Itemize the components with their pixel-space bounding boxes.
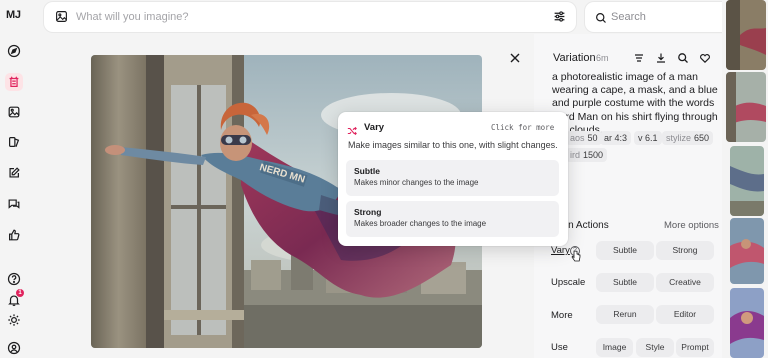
more-label: More [551, 310, 573, 321]
vary-subtle-button[interactable]: Subtle [596, 241, 654, 260]
details-title: Variation [553, 52, 596, 64]
search-similar-icon[interactable] [676, 51, 689, 64]
chip-value: 1500 [583, 150, 604, 160]
list-icon[interactable] [632, 51, 645, 64]
heart-icon[interactable] [698, 51, 711, 64]
compass-icon[interactable] [5, 42, 23, 60]
use-label: Use [551, 342, 568, 353]
search-icon [595, 11, 607, 29]
chat-icon[interactable] [5, 195, 23, 213]
tooltip-option-subtle[interactable]: Subtle Makes minor changes to the image [346, 160, 559, 196]
thumbnail[interactable] [730, 218, 764, 284]
prompt-text[interactable]: a photorealistic image of a man wearing … [552, 71, 718, 137]
gallery-icon[interactable] [5, 103, 23, 121]
settings-sliders-icon[interactable] [553, 10, 566, 28]
option-title: Strong [354, 207, 382, 217]
organize-icon[interactable] [5, 133, 23, 151]
profile-icon[interactable] [5, 339, 23, 357]
help-icon[interactable] [5, 270, 23, 288]
bell-icon[interactable]: 1 [5, 289, 24, 309]
stylize-chip[interactable]: stylize 650 [662, 131, 714, 145]
use-style-button[interactable]: Style [636, 338, 674, 357]
tooltip-description: Make images similar to this one, with sl… [348, 140, 558, 150]
use-image-button[interactable]: Image [596, 338, 633, 357]
download-icon[interactable] [654, 51, 667, 64]
vary-label[interactable]: Vary [551, 245, 570, 256]
thumbnail[interactable] [730, 146, 764, 216]
search-bar [585, 2, 742, 32]
version-chip[interactable]: v 6.1 [634, 131, 662, 145]
aspect-chip[interactable]: ar 4:3 [600, 131, 632, 145]
chip-key: ird [570, 150, 581, 160]
likes-icon[interactable] [5, 226, 23, 244]
option-description: Makes broader changes to the image [354, 219, 487, 228]
rerun-button[interactable]: Rerun [596, 305, 654, 324]
upscale-creative-button[interactable]: Creative [656, 273, 714, 292]
notification-badge: 1 [16, 289, 24, 297]
vary-strong-button[interactable]: Strong [656, 241, 714, 260]
chip-value: 50 [587, 133, 598, 143]
sidebar: MJ 1 [0, 0, 28, 358]
image-upload-icon[interactable] [55, 10, 68, 28]
thumbnail[interactable] [726, 0, 766, 70]
option-title: Subtle [354, 166, 380, 176]
chip-key: aos [570, 133, 585, 143]
search-input[interactable] [611, 8, 731, 26]
thumbnail[interactable] [726, 72, 766, 142]
weird-chip[interactable]: ird 1500 [566, 148, 608, 162]
prompt-bar [44, 2, 576, 32]
prompt-input[interactable] [76, 8, 536, 26]
chaos-chip[interactable]: aos 50 [566, 131, 602, 145]
tooltip-option-strong[interactable]: Strong Makes broader changes to the imag… [346, 201, 559, 237]
option-description: Makes minor changes to the image [354, 178, 479, 187]
close-icon[interactable] [507, 50, 523, 66]
tooltip-title: Vary [364, 122, 385, 133]
tooltip-hint: Click for more [491, 123, 555, 132]
upscale-label: Upscale [551, 277, 586, 288]
chip-value: 650 [694, 133, 710, 143]
create-icon[interactable] [5, 73, 23, 91]
thumbnail[interactable] [730, 288, 764, 358]
edit-icon[interactable] [5, 164, 23, 182]
logo[interactable]: MJ [6, 9, 21, 21]
editor-button[interactable]: Editor [656, 305, 714, 324]
details-age: 6m [596, 53, 609, 63]
cursor-icon [571, 249, 581, 267]
use-prompt-button[interactable]: Prompt [676, 338, 714, 357]
shuffle-icon [347, 123, 357, 141]
upscale-subtle-button[interactable]: Subtle [596, 273, 654, 292]
more-options-link[interactable]: More options [664, 220, 719, 231]
chip-key: stylize [666, 133, 692, 143]
sun-icon[interactable] [5, 311, 23, 329]
